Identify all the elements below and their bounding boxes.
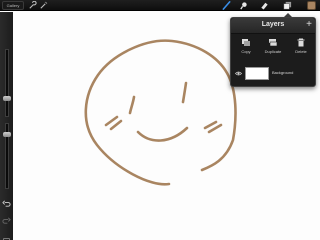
layer-thumbnail	[245, 67, 269, 80]
smudge-icon[interactable]	[239, 1, 248, 10]
opacity-slider-handle[interactable]	[3, 132, 11, 137]
layer-name: Background	[272, 70, 294, 75]
delete-button[interactable]: Delete	[290, 38, 312, 58]
duplicate-icon	[269, 39, 278, 47]
duplicate-button[interactable]: Duplicate	[262, 38, 284, 58]
right-eye-stroke	[181, 81, 188, 104]
brush-icon[interactable]	[222, 1, 231, 10]
layer-row-background[interactable]: Background	[234, 65, 312, 83]
add-layer-button[interactable]: +	[306, 20, 312, 30]
copy-label: Copy	[241, 49, 251, 54]
layers-title: Layers	[261, 21, 285, 28]
duplicate-label: Duplicate	[264, 49, 282, 54]
face-outline-stroke	[84, 39, 237, 186]
smile-stroke	[136, 126, 189, 142]
top-toolbar: Gallery	[0, 0, 320, 11]
redo-icon[interactable]	[2, 216, 11, 225]
copy-button[interactable]: Copy	[235, 38, 257, 58]
brush-size-slider-handle[interactable]	[3, 96, 11, 101]
delete-label: Delete	[295, 49, 307, 54]
left-sidebar	[0, 12, 13, 240]
copy-icon	[242, 39, 250, 46]
magic-wand-icon[interactable]	[39, 1, 48, 10]
visibility-icon[interactable]	[235, 70, 242, 77]
eraser-icon[interactable]	[260, 1, 269, 10]
right-cheek-stroke-1	[203, 120, 218, 130]
color-swatch[interactable]	[307, 1, 316, 10]
layers-popover: Layers + Copy Duplicate Delete Backgroun…	[230, 17, 316, 87]
wrench-icon[interactable]	[28, 1, 37, 10]
brush-size-slider-track[interactable]	[6, 50, 8, 116]
undo-icon[interactable]	[2, 199, 11, 208]
procreate-app: Gallery Layers + Copy Duplicate Delete B…	[0, 0, 320, 240]
layers-icon[interactable]	[283, 1, 292, 10]
trash-icon	[297, 38, 305, 47]
left-cheek-stroke-1	[104, 115, 119, 127]
left-eye-stroke	[128, 95, 136, 115]
left-cheek-stroke-2	[109, 119, 123, 131]
layers-header: Layers +	[231, 18, 315, 34]
gallery-button[interactable]: Gallery	[2, 1, 24, 10]
